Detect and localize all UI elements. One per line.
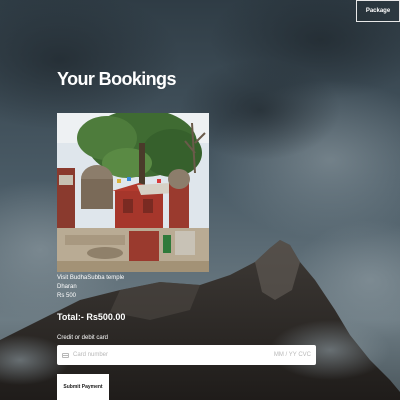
credit-card-icon <box>62 352 69 358</box>
card-label: Credit or debit card <box>57 335 109 341</box>
total-amount: Total:- Rs500.00 <box>57 312 126 322</box>
submit-payment-button[interactable]: Submit Payment <box>57 374 109 400</box>
expiry-cvc-field[interactable]: MM / YY CVC <box>274 352 311 358</box>
booking-image <box>57 113 209 272</box>
card-number-field[interactable]: Card number <box>73 352 274 358</box>
booking-location: Dharan <box>57 284 77 290</box>
booking-name: Visit BudhaSubba temple <box>57 275 125 281</box>
page-title: Your Bookings <box>57 69 176 89</box>
card-input[interactable]: Card number MM / YY CVC <box>57 345 316 365</box>
package-button[interactable]: Package <box>356 0 400 22</box>
bookings-page: Package Your Bookings Visit BudhaSubba t… <box>0 0 400 400</box>
booking-price: Rs 500 <box>57 293 77 299</box>
